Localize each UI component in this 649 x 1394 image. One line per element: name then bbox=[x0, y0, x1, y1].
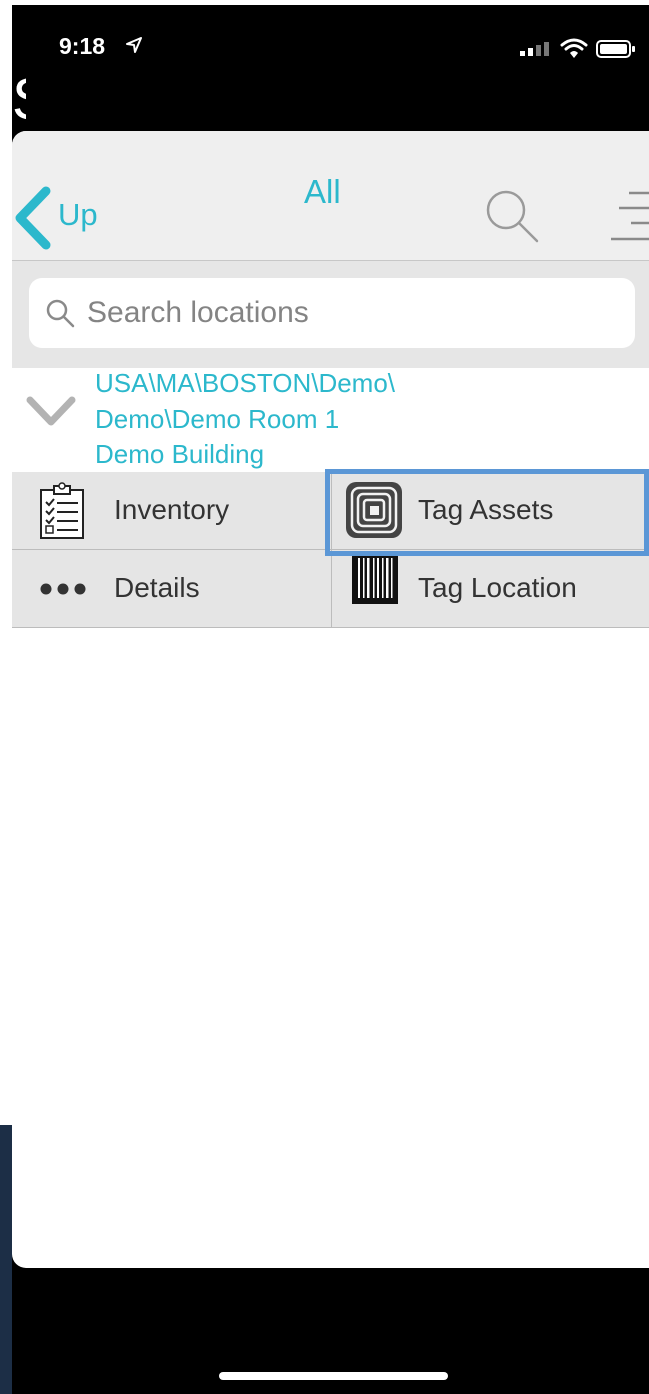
navigation-bar: Up All bbox=[12, 131, 649, 261]
location-arrow-icon bbox=[126, 37, 142, 53]
menu-lines-icon bbox=[611, 191, 649, 241]
up-back-button[interactable]: Up bbox=[12, 183, 122, 253]
tag-assets-button[interactable]: Tag Assets bbox=[332, 472, 649, 549]
back-button-label: Up bbox=[58, 197, 98, 232]
wifi-icon bbox=[560, 38, 588, 58]
search-field-icon bbox=[46, 299, 75, 328]
inventory-button[interactable]: Inventory bbox=[12, 472, 331, 549]
tag-location-label: Tag Location bbox=[418, 572, 577, 603]
home-indicator[interactable] bbox=[219, 1372, 448, 1380]
location-row[interactable]: USA\MA\BOSTON\Demo\ Demo\Demo Room 1 Dem… bbox=[12, 368, 649, 472]
chevron-down-icon[interactable] bbox=[26, 394, 76, 428]
tag-location-button[interactable]: Tag Location bbox=[332, 550, 649, 627]
details-button[interactable]: Details bbox=[12, 550, 331, 627]
more-dots-icon bbox=[40, 583, 86, 595]
menu-button[interactable] bbox=[607, 189, 649, 247]
search-area bbox=[12, 261, 649, 368]
details-label: Details bbox=[114, 572, 200, 603]
page-title: All bbox=[304, 173, 341, 210]
search-box[interactable] bbox=[29, 278, 635, 348]
rfid-tag-icon bbox=[346, 482, 402, 538]
search-icon bbox=[486, 190, 539, 243]
search-locations-input[interactable] bbox=[87, 278, 617, 348]
location-path-line-2: Demo\Demo Room 1 bbox=[95, 404, 340, 434]
search-toggle-button[interactable] bbox=[482, 186, 542, 246]
checklist-icon bbox=[40, 482, 84, 539]
battery-icon bbox=[596, 40, 635, 58]
status-bar: 9:18 bbox=[12, 5, 649, 100]
location-building-line: Demo Building bbox=[95, 439, 265, 469]
inventory-label: Inventory bbox=[114, 494, 230, 525]
column-divider bbox=[331, 472, 332, 628]
cellular-signal-icon bbox=[520, 42, 549, 56]
action-grid: Inventory Tag Assets Details Tag Locatio… bbox=[12, 469, 649, 628]
barcode-icon bbox=[352, 554, 398, 604]
tag-assets-label: Tag Assets bbox=[418, 494, 554, 525]
background-app-title-fragment: S bbox=[12, 68, 26, 132]
location-path-line-1: USA\MA\BOSTON\Demo\ bbox=[95, 368, 396, 398]
wallpaper-strip bbox=[0, 1125, 12, 1394]
back-chevron-icon bbox=[15, 186, 51, 250]
status-time: 9:18 bbox=[59, 33, 106, 59]
location-sheet: Up All Search locations USA\MA\BOSTON\De… bbox=[12, 131, 649, 1268]
